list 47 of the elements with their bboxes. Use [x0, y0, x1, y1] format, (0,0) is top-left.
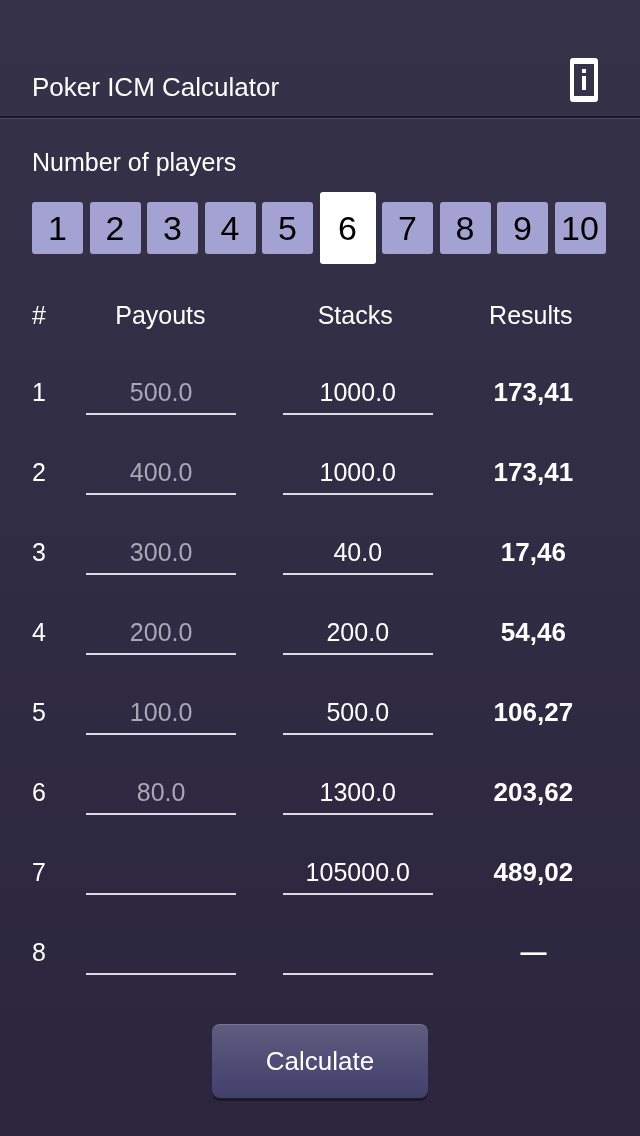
- stack-field[interactable]: 1000.0: [282, 369, 433, 415]
- player-count-button[interactable]: 2: [89, 202, 141, 254]
- payout-field[interactable]: 300.0: [86, 529, 237, 575]
- calculate-button[interactable]: Calculate: [212, 1024, 428, 1098]
- row-number: 2: [32, 457, 47, 487]
- row-number: 7: [32, 857, 47, 887]
- result-value: 54,46: [500, 617, 566, 647]
- result-value: 173,41: [493, 377, 574, 407]
- row-number: 1: [32, 377, 47, 407]
- player-count-button[interactable]: 9: [497, 202, 548, 254]
- stack-field[interactable]: 1000.0: [282, 449, 433, 495]
- player-count-button[interactable]: 4: [204, 202, 256, 254]
- row-number: 8: [32, 937, 47, 967]
- column-header: #: [32, 300, 47, 330]
- result-value: 106,27: [493, 697, 574, 727]
- result-value: 203,62: [493, 777, 574, 807]
- column-header: Stacks: [316, 300, 394, 330]
- row-number: 6: [32, 777, 47, 807]
- result-value: —: [520, 937, 547, 967]
- stack-field[interactable]: 1300.0: [282, 769, 433, 815]
- stack-field[interactable]: 500.0: [282, 689, 433, 735]
- stack-field[interactable]: 200.0: [282, 609, 433, 655]
- result-value: 17,46: [500, 537, 566, 567]
- result-value: 173,41: [493, 457, 574, 487]
- player-count-button[interactable]: 6: [319, 192, 376, 264]
- player-count-button[interactable]: 3: [147, 202, 198, 254]
- stack-field[interactable]: 105000.0: [282, 849, 433, 895]
- result-value: 489,02: [493, 857, 574, 887]
- column-header: Results: [488, 300, 574, 330]
- player-count-button[interactable]: 10: [554, 202, 606, 254]
- payout-field[interactable]: 400.0: [86, 449, 237, 495]
- row-number: 3: [32, 537, 47, 567]
- column-header: Payouts: [114, 300, 207, 330]
- row-number: 4: [32, 617, 47, 647]
- row-number: 5: [32, 697, 47, 727]
- section-label: Number of players: [31, 147, 238, 177]
- info-icon[interactable]: [570, 58, 598, 102]
- app-title: Poker ICM Calculator: [32, 72, 280, 102]
- player-count-button[interactable]: 5: [262, 202, 313, 254]
- payout-field[interactable]: 500.0: [86, 369, 237, 415]
- payout-field[interactable]: 100.0: [86, 689, 237, 735]
- payout-field[interactable]: 200.0: [86, 609, 237, 655]
- stack-field[interactable]: 40.0: [282, 529, 433, 575]
- player-count-button[interactable]: 8: [439, 202, 491, 254]
- payout-field[interactable]: 80.0: [86, 769, 237, 815]
- player-count-button[interactable]: 7: [382, 202, 433, 254]
- player-count-button[interactable]: 1: [32, 202, 83, 254]
